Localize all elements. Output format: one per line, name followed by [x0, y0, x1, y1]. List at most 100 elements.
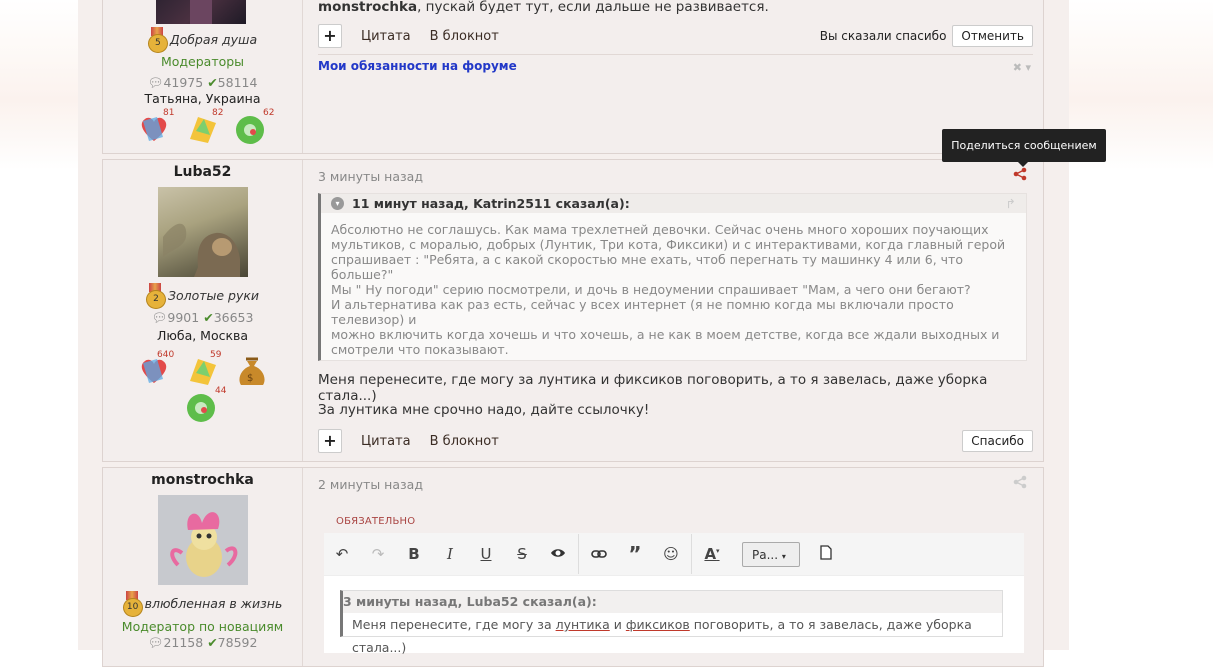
quote-icon[interactable]: ” — [617, 544, 653, 564]
thanks-button[interactable]: Спасибо — [962, 430, 1033, 452]
medal-icon: 5 — [147, 27, 168, 53]
plus-button[interactable]: + — [318, 24, 342, 48]
username[interactable]: monstrochka — [103, 472, 302, 488]
thanked-text: Вы сказали спасибо — [819, 29, 947, 43]
quote-header: ▾ 11 минут назад, Katrin2511 сказал(а): … — [321, 194, 1026, 213]
award-count: 59 — [210, 350, 222, 360]
notebook-link[interactable]: В блокнот — [430, 29, 499, 44]
check-icon: ✔ — [207, 635, 218, 650]
reply-editor[interactable]: ↶ ↷ B I U S ” ☺ A▾ Ра... ▾ 3 минуты наза… — [324, 533, 1024, 655]
share-tooltip: Поделиться сообщением — [942, 129, 1106, 167]
award-count: 640 — [157, 350, 175, 360]
link-icon[interactable] — [581, 545, 617, 563]
post-actions: + Цитата В блокнот Вы сказали спасибо От… — [318, 24, 1033, 48]
user-role: Модераторы — [160, 54, 245, 69]
comment-icon: 💬︎ — [151, 310, 168, 325]
award-gear-icon[interactable]: 44 — [184, 386, 226, 425]
award-folder-icon[interactable]: 59 — [186, 350, 222, 389]
user-role: Модератор по новациям — [121, 619, 284, 634]
editor-quote-header: 3 минуты назад, Luba52 сказал(а): — [343, 591, 1002, 613]
message-count: 9901 — [167, 310, 200, 325]
avatar[interactable] — [157, 495, 248, 585]
plus-button[interactable]: + — [318, 429, 342, 453]
page-background-right — [1069, 0, 1213, 650]
font-size-dropdown[interactable]: Ра... ▾ — [742, 541, 800, 567]
user-stats: 💬︎41975 ✔58114 — [103, 75, 302, 91]
svg-text:$: $ — [247, 373, 253, 384]
medal-icon: 10 — [122, 591, 143, 617]
mention[interactable]: monstrochka — [318, 0, 417, 15]
toolbar-separator — [578, 534, 579, 574]
toolbar-separator — [691, 534, 692, 574]
emoji-icon[interactable]: ☺ — [653, 545, 689, 563]
forum-post: monstrochka 10 влюбленная в жизнь Модера… — [102, 467, 1044, 667]
award-count: 81 — [163, 108, 175, 118]
strikethrough-icon[interactable]: S — [504, 545, 540, 563]
forum-post: 5 Добрая душа Модераторы 💬︎41975 ✔58114 … — [102, 0, 1044, 154]
share-icon[interactable] — [1013, 167, 1027, 185]
user-stats: 💬︎9901 ✔36653 — [103, 310, 302, 326]
message-count: 21158 — [163, 635, 204, 650]
post-author-panel: monstrochka 10 влюбленная в жизнь Модера… — [103, 468, 303, 666]
new-document-icon[interactable] — [808, 544, 844, 564]
forum-page: 5 Добрая душа Модераторы 💬︎41975 ✔58114 … — [78, 0, 1069, 667]
share-icon[interactable] — [1013, 475, 1027, 493]
go-to-quote-icon[interactable]: ↱ — [1006, 194, 1016, 213]
post-content: monstrochka, пускай будет тут, если даль… — [302, 0, 1043, 153]
post-actions: + Цитата В блокнот Спасибо — [318, 429, 1033, 453]
post-content: 3 минуты назад ▾ 11 минут назад, Katrin2… — [302, 160, 1043, 461]
editor-quote-block: 3 минуты назад, Luba52 сказал(а): Меня п… — [340, 590, 1003, 655]
rank-title: Золотые руки — [167, 287, 260, 303]
award-heart-icon[interactable]: 640 — [137, 350, 175, 389]
award-moneybag-icon[interactable]: $ — [235, 353, 269, 389]
award-heart-icon[interactable]: 81 — [137, 108, 175, 147]
avatar[interactable] — [156, 0, 246, 24]
quote-link[interactable]: Цитата — [361, 29, 411, 44]
quote-link[interactable]: Цитата — [361, 434, 411, 449]
award-count: 82 — [212, 108, 224, 118]
italic-icon[interactable]: I — [432, 545, 468, 563]
user-stats: 💬︎21158 ✔78592 — [103, 635, 302, 651]
post-text: Меня перенесите, где могу за лунтика и ф… — [318, 372, 988, 404]
bold-icon[interactable]: B — [396, 545, 432, 563]
likes-count: 58114 — [217, 75, 258, 90]
close-signature-icon[interactable]: ✖ ▾ — [1013, 61, 1031, 74]
quote-block: ▾ 11 минут назад, Katrin2511 сказал(а): … — [318, 193, 1027, 361]
underline-icon[interactable]: U — [468, 545, 504, 563]
comment-icon: 💬︎ — [147, 75, 164, 90]
likes-count: 36653 — [213, 310, 254, 325]
editor-quote-text: Меня перенесите, где могу за лунтика и ф… — [352, 617, 972, 655]
user-location: Татьяна, Украина — [144, 91, 261, 106]
rank-title: влюбленная в жизнь — [144, 595, 283, 611]
preview-eye-icon[interactable] — [540, 545, 576, 563]
award-count: 44 — [215, 386, 227, 396]
text-color-icon[interactable]: A▾ — [694, 545, 730, 563]
rank-title: Добрая душа — [169, 31, 258, 47]
notebook-link[interactable]: В блокнот — [430, 434, 499, 449]
required-label: ОБЯЗАТЕЛЬНО — [336, 516, 416, 527]
award-folder-icon[interactable]: 82 — [186, 108, 224, 147]
rank: 2 Золотые руки — [103, 283, 302, 309]
user-location: Люба, Москва — [156, 328, 249, 343]
undo-icon[interactable]: ↶ — [324, 545, 360, 563]
divider — [318, 54, 1033, 55]
forum-post: Luba52 2 Золотые руки 💬︎9901 ✔36653 Люба… — [102, 159, 1044, 462]
avatar[interactable] — [157, 187, 248, 277]
comment-icon: 💬︎ — [147, 635, 164, 650]
page-background-left — [0, 0, 78, 650]
post-text: За лунтика мне срочно надо, дайте ссылоч… — [318, 402, 650, 418]
redo-icon[interactable]: ↷ — [360, 545, 396, 563]
post-author-panel: Luba52 2 Золотые руки 💬︎9901 ✔36653 Люба… — [103, 160, 303, 461]
message-count: 41975 — [163, 75, 204, 90]
editor-toolbar: ↶ ↷ B I U S ” ☺ A▾ Ра... ▾ — [324, 533, 1024, 576]
post-time[interactable]: 2 минуты назад — [318, 477, 423, 492]
award-gear-icon[interactable]: 62 — [233, 108, 274, 147]
check-icon: ✔ — [207, 75, 218, 90]
collapse-quote-icon[interactable]: ▾ — [331, 197, 344, 210]
post-text: monstrochka, пускай будет тут, если даль… — [318, 0, 769, 15]
post-content: 2 минуты назад ОБЯЗАТЕЛЬНО ↶ ↷ B I U S ”… — [302, 468, 1043, 666]
username[interactable]: Luba52 — [103, 164, 302, 180]
cancel-thanks-button[interactable]: Отменить — [952, 25, 1033, 47]
post-time[interactable]: 3 минуты назад — [318, 169, 423, 184]
signature-link[interactable]: Мои обязанности на форуме — [318, 59, 517, 73]
